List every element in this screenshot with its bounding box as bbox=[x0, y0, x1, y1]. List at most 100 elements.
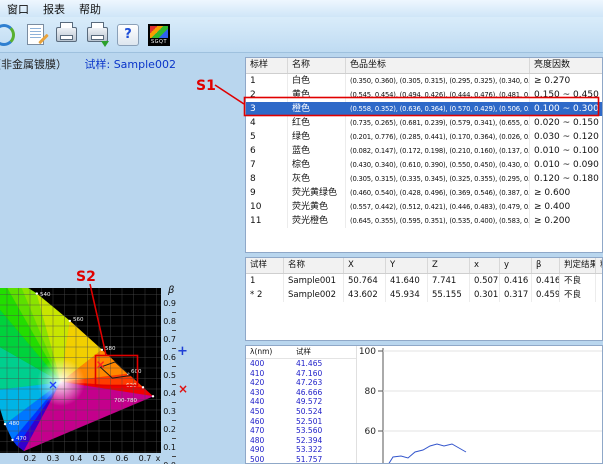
column-header: 亮度因数 bbox=[530, 58, 603, 73]
cell-beta: 0.459 bbox=[532, 288, 560, 302]
cell-chromaticity: (0.305, 0.315), (0.335, 0.345), (0.325, … bbox=[346, 172, 530, 186]
cell-Y: 45.934 bbox=[386, 288, 428, 302]
samples-table-body: 1 Sample001 50.764 41.640 7.741 0.507 0.… bbox=[246, 274, 602, 302]
table-row[interactable]: 4 红色 (0.735, 0.265), (0.681, 0.239), (0.… bbox=[246, 116, 602, 130]
cell-reflectance: 46.666 bbox=[292, 388, 350, 398]
annotation-s1-label: S1 bbox=[196, 78, 216, 94]
cell-id: 6 bbox=[246, 144, 288, 158]
cell-result: 不良 bbox=[560, 288, 596, 302]
beta-marker-x-icon bbox=[178, 382, 188, 396]
beta-tick: 0.1 bbox=[160, 443, 176, 461]
cell-beta: 0.416 bbox=[532, 274, 560, 288]
beta-tick: 0.6 bbox=[160, 353, 176, 371]
list-item[interactable]: 400 41.465 bbox=[246, 359, 356, 369]
list-item[interactable]: 440 49.572 bbox=[246, 397, 356, 407]
cell-reflectance: 53.322 bbox=[292, 445, 350, 455]
cell-wavelength: 470 bbox=[246, 426, 292, 436]
cell-reflectance: 50.524 bbox=[292, 407, 350, 417]
column-header: 试样 bbox=[292, 346, 350, 358]
cell-reflectance: 47.263 bbox=[292, 378, 350, 388]
help-button[interactable]: ? bbox=[115, 22, 141, 48]
cell-reflectance: 52.394 bbox=[292, 436, 350, 446]
print-icon bbox=[56, 27, 77, 42]
column-header: 名称 bbox=[284, 258, 344, 273]
x-axis-tick: 0.2 bbox=[20, 454, 40, 463]
column-header: X bbox=[344, 258, 386, 273]
beta-tick: 0.4 bbox=[160, 389, 176, 407]
list-item[interactable]: 410 47.160 bbox=[246, 369, 356, 379]
beta-tick: 0.2 bbox=[160, 425, 176, 443]
standards-table-header: 标样 名称 色品坐标 亮度因数 bbox=[246, 58, 602, 74]
wavelength-label: 580 bbox=[105, 346, 116, 352]
cell-color-name: 绿色 bbox=[288, 130, 346, 144]
column-header: Z bbox=[428, 258, 470, 273]
cell-luminance-factor: ≥ 0.600 bbox=[530, 186, 603, 200]
menu-item[interactable]: 窗口 bbox=[0, 1, 36, 17]
list-item[interactable]: 480 52.394 bbox=[246, 436, 356, 446]
table-row[interactable]: * 2 Sample002 43.602 45.934 55.155 0.301… bbox=[246, 288, 602, 302]
cell-id: 11 bbox=[246, 214, 288, 228]
spectral-curve bbox=[386, 444, 466, 463]
cell-y: 0.317 bbox=[500, 288, 532, 302]
column-header: 色品坐标 bbox=[346, 58, 530, 73]
column-header: 试样 bbox=[246, 258, 284, 273]
x-axis-tick: 0.6 bbox=[112, 454, 132, 463]
table-row[interactable]: 5 绿色 (0.201, 0.776), (0.285, 0.441), (0.… bbox=[246, 130, 602, 144]
list-item[interactable]: 420 47.263 bbox=[246, 378, 356, 388]
cell-wavelength: 490 bbox=[246, 445, 292, 455]
table-row[interactable]: 10 荧光黄色 (0.557, 0.442), (0.512, 0.421), … bbox=[246, 200, 602, 214]
table-row[interactable]: 8 灰色 (0.305, 0.315), (0.335, 0.345), (0.… bbox=[246, 172, 602, 186]
cell-wavelength: 420 bbox=[246, 378, 292, 388]
cell-luminance-factor: 0.120 ~ 0.180 bbox=[530, 172, 603, 186]
list-item[interactable]: 430 46.666 bbox=[246, 388, 356, 398]
spectral-section: λ(nm) 试样 400 41.465 410 47.160 bbox=[245, 345, 603, 464]
table-row[interactable]: 3 橙色 (0.558, 0.352), (0.636, 0.364), (0.… bbox=[246, 102, 602, 116]
refresh-button[interactable] bbox=[0, 22, 17, 48]
menu-item[interactable]: 报表 bbox=[36, 1, 72, 17]
cell-chromaticity: (0.545, 0.454), (0.494, 0.426), (0.444, … bbox=[346, 88, 530, 102]
ytick-100: 100 bbox=[359, 347, 376, 357]
table-row[interactable]: 6 蓝色 (0.082, 0.147), (0.172, 0.198), (0.… bbox=[246, 144, 602, 158]
report-button[interactable] bbox=[22, 22, 48, 48]
menu-item[interactable]: 帮助 bbox=[72, 1, 108, 17]
cell-id: 2 bbox=[246, 88, 288, 102]
annotation-s2-label: S2 bbox=[76, 269, 96, 285]
table-row[interactable]: 9 荧光黄绿色 (0.460, 0.540), (0.428, 0.496), … bbox=[246, 186, 602, 200]
logo-button[interactable]: SGQT bbox=[146, 22, 172, 48]
table-row[interactable]: 1 白色 (0.350, 0.360), (0.305, 0.315), (0.… bbox=[246, 74, 602, 88]
wavelength-label: 700-780 bbox=[114, 398, 137, 404]
cell-wavelength: 450 bbox=[246, 407, 292, 417]
cell-id: 5 bbox=[246, 130, 288, 144]
beta-tick: 0.7 bbox=[160, 335, 176, 353]
report-icon bbox=[27, 24, 44, 45]
column-header: β bbox=[532, 258, 560, 273]
toolbar: ? SGQT bbox=[0, 17, 603, 53]
list-item[interactable]: 500 51.757 bbox=[246, 455, 356, 464]
table-row[interactable]: 1 Sample001 50.764 41.640 7.741 0.507 0.… bbox=[246, 274, 602, 288]
column-header: 标样 bbox=[246, 58, 288, 73]
column-header: 判定结果 bbox=[560, 258, 596, 273]
cell-wavelength: 480 bbox=[246, 436, 292, 446]
list-item[interactable]: 490 53.322 bbox=[246, 445, 356, 455]
cell-luminance-factor: 0.010 ~ 0.090 bbox=[530, 158, 603, 172]
table-row[interactable]: 2 黄色 (0.545, 0.454), (0.494, 0.426), (0.… bbox=[246, 88, 602, 102]
cell-luminance-factor: 0.030 ~ 0.120 bbox=[530, 130, 603, 144]
table-row[interactable]: 11 荧光橙色 (0.645, 0.355), (0.595, 0.351), … bbox=[246, 214, 602, 228]
cell-chromaticity: (0.201, 0.776), (0.285, 0.441), (0.170, … bbox=[346, 130, 530, 144]
column-header: Y bbox=[386, 258, 428, 273]
list-item[interactable]: 470 53.560 bbox=[246, 426, 356, 436]
cell-chromaticity: (0.350, 0.360), (0.305, 0.315), (0.295, … bbox=[346, 74, 530, 88]
info-line: （非金属镀膜） 试样: Sample002 bbox=[0, 56, 176, 72]
print-export-button[interactable] bbox=[84, 22, 110, 48]
cell-X: 43.602 bbox=[344, 288, 386, 302]
ytick-60: 60 bbox=[365, 427, 377, 437]
cell-chromaticity: (0.645, 0.355), (0.595, 0.351), (0.535, … bbox=[346, 214, 530, 228]
list-item[interactable]: 450 50.524 bbox=[246, 407, 356, 417]
print-button[interactable] bbox=[53, 22, 79, 48]
list-item[interactable]: 460 52.501 bbox=[246, 417, 356, 427]
table-row[interactable]: 7 棕色 (0.430, 0.340), (0.610, 0.390), (0.… bbox=[246, 158, 602, 172]
x-axis-tick: 0.5 bbox=[89, 454, 109, 463]
cell-Y: 41.640 bbox=[386, 274, 428, 288]
cell-reflectance: 52.501 bbox=[292, 417, 350, 427]
cell-part-no bbox=[596, 288, 603, 302]
